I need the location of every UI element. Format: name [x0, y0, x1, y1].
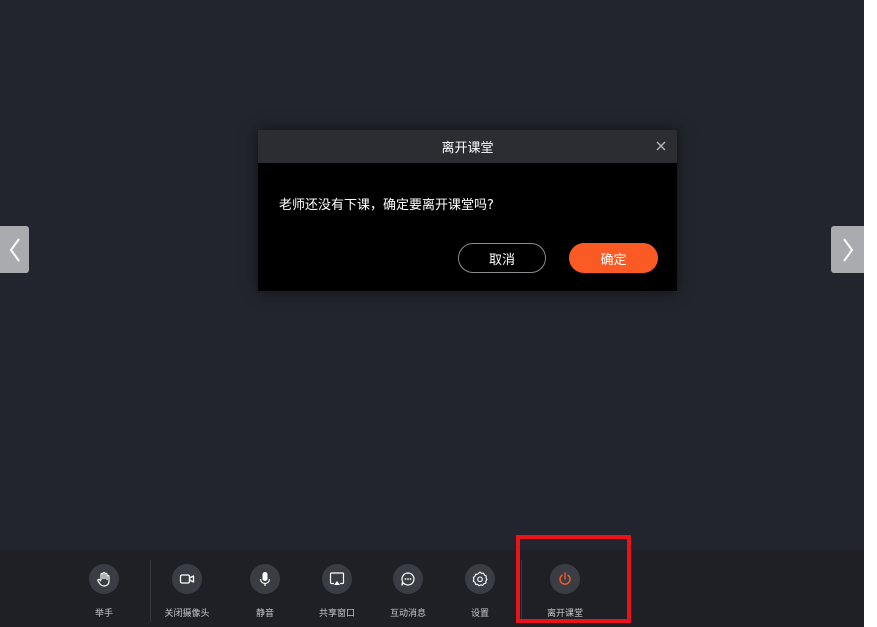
toolbar-label: 关闭摄像头: [164, 609, 210, 619]
previous-page-button[interactable]: [0, 226, 29, 273]
raise-hand-button[interactable]: 举手: [74, 564, 134, 619]
close-button[interactable]: [653, 138, 669, 154]
interactive-messages-button[interactable]: 互动消息: [378, 564, 438, 619]
raise-hand-icon: [97, 571, 110, 587]
chevron-right-icon: [842, 237, 853, 262]
close-icon: [656, 141, 666, 151]
mute-button[interactable]: 静音: [235, 564, 295, 619]
dialog-title: 离开课堂: [441, 141, 494, 156]
next-page-button[interactable]: [831, 226, 864, 273]
toolbar-label: 共享窗口: [318, 609, 355, 619]
bottom-toolbar: 举手 关闭摄像头 静音 共享窗口 互动消息 设置 离开课堂: [0, 550, 864, 627]
dialog-message: 老师还没有下课，确定要离开课堂吗?: [279, 198, 494, 213]
settings-button[interactable]: 设置: [450, 564, 510, 619]
share-window-button[interactable]: 共享窗口: [307, 564, 367, 619]
confirm-button[interactable]: 确定: [569, 243, 658, 273]
gear-icon: [472, 571, 488, 587]
toolbar-label: 静音: [255, 609, 274, 619]
toolbar-label: 互动消息: [389, 609, 426, 619]
toolbar-label: 离开课堂: [546, 609, 583, 619]
toolbar-label: 举手: [94, 609, 113, 619]
cancel-button[interactable]: 取消: [458, 243, 546, 273]
chat-icon: [401, 572, 415, 586]
microphone-icon: [259, 572, 271, 586]
toolbar-divider: [150, 560, 151, 622]
camera-icon: [179, 574, 195, 584]
camera-toggle-button[interactable]: 关闭摄像头: [157, 564, 217, 619]
dialog-header: 离开课堂: [258, 130, 677, 163]
toolbar-label: 设置: [470, 609, 489, 619]
leave-class-dialog: 离开课堂 老师还没有下课，确定要离开课堂吗? 取消 确定: [258, 130, 677, 291]
leave-class-button[interactable]: 离开课堂: [535, 564, 595, 619]
toolbar-divider: [521, 560, 522, 622]
chevron-left-icon: [9, 237, 20, 262]
share-screen-icon: [329, 572, 345, 585]
classroom-stage: 离开课堂 老师还没有下课，确定要离开课堂吗? 取消 确定 举手 关闭摄像头 静音…: [0, 0, 864, 627]
power-icon: [559, 572, 571, 585]
